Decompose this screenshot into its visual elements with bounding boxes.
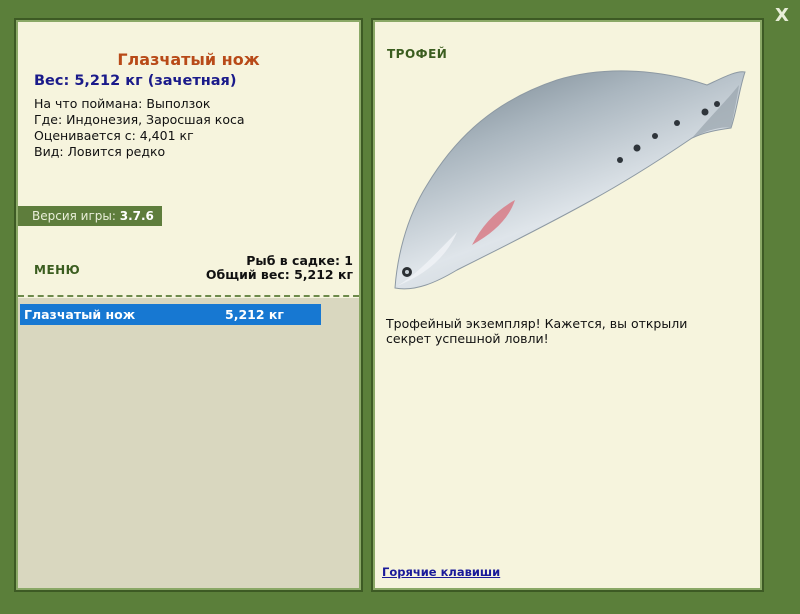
trophy-message: Трофейный экземпляр! Кажется, вы открыли… xyxy=(386,316,688,346)
keepnet-count: Рыб в садке: 1 xyxy=(246,253,353,268)
fish-title: Глазчатый нож xyxy=(117,50,260,69)
close-button[interactable]: X xyxy=(771,4,793,28)
keepnet-list xyxy=(18,298,359,588)
valued-info: Оценивается с: 4,401 кг xyxy=(34,128,194,143)
version-bar: Версия игры: 3.7.6 xyxy=(18,206,162,226)
keepnet-total-weight: Общий вес: 5,212 кг xyxy=(205,267,353,282)
list-item[interactable]: Глазчатый нож 5,212 кг xyxy=(20,304,321,325)
menu-button[interactable]: МЕНЮ xyxy=(34,263,80,277)
fish-image xyxy=(394,70,746,290)
list-item-name: Глазчатый нож xyxy=(24,307,136,322)
fish-weight: Вес: 5,212 кг (зачетная) xyxy=(34,73,237,89)
divider xyxy=(18,295,359,297)
version-label: Версия игры: xyxy=(32,209,116,223)
trophy-label: ТРОФЕЙ xyxy=(387,47,448,61)
list-item-weight: 5,212 кг xyxy=(225,307,284,322)
bait-info: На что поймана: Выползок xyxy=(34,96,211,111)
hotkeys-link[interactable]: Горячие клавиши xyxy=(382,565,500,579)
version-value: 3.7.6 xyxy=(119,209,154,223)
fish-info-panel: Глазчатый нож Вес: 5,212 кг (зачетная) Н… xyxy=(14,18,363,592)
rarity-info: Вид: Ловится редко xyxy=(34,144,166,159)
location-info: Где: Индонезия, Заросшая коса xyxy=(34,112,245,127)
trophy-panel: ТРОФЕЙ Трофейный экземпляр! Кажется, вы … xyxy=(371,18,764,592)
